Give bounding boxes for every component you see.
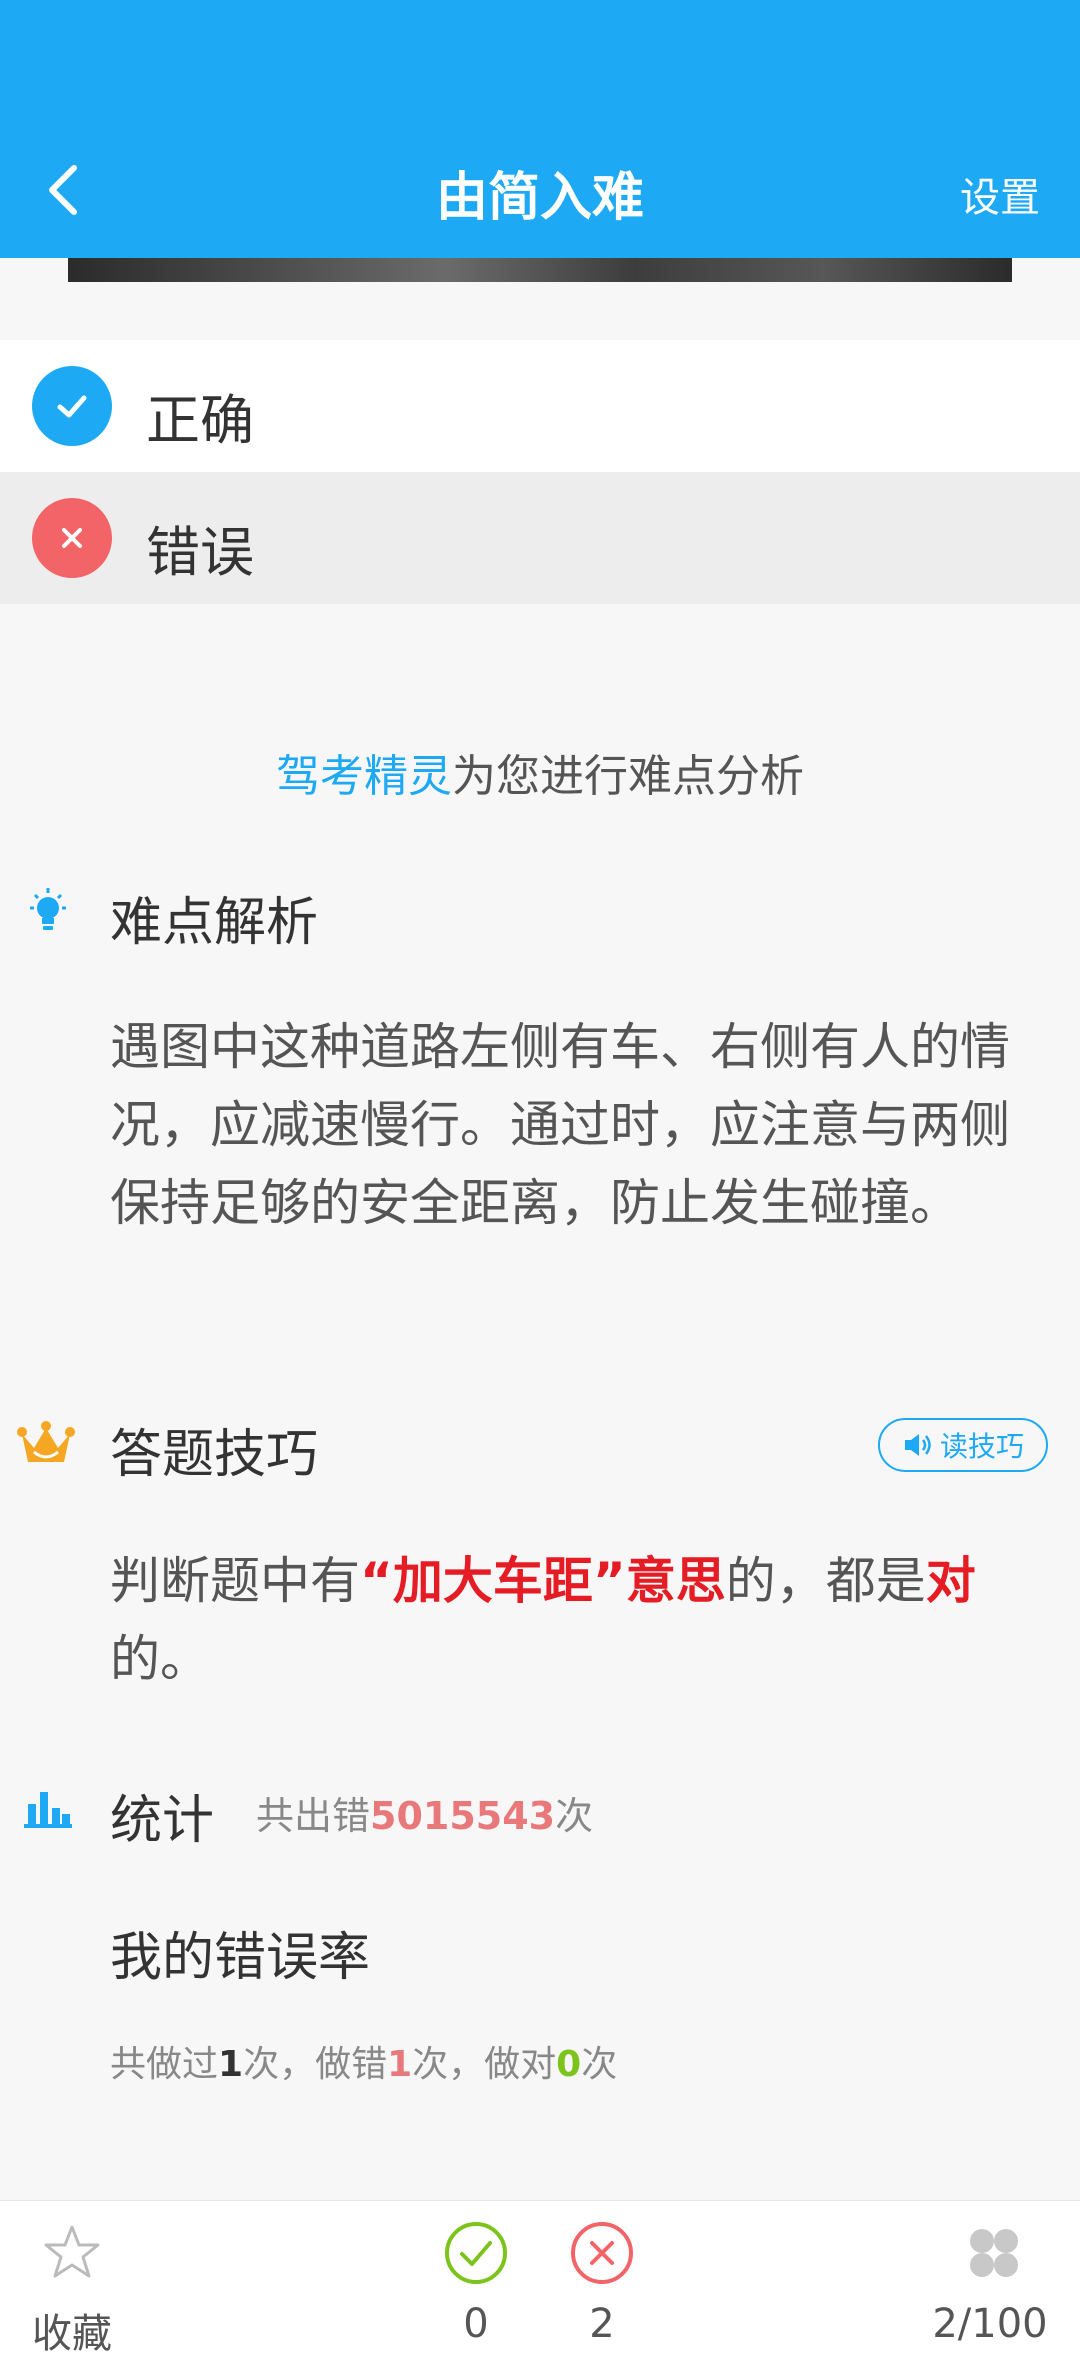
- my-error-rate-title: 我的错误率: [110, 1928, 371, 1988]
- correct-count-icon: [444, 2221, 508, 2289]
- favorite-label[interactable]: 收藏: [32, 2301, 112, 2359]
- read-tips-label: 读技巧: [939, 1430, 1024, 1463]
- page-title: 由简入难: [435, 168, 644, 228]
- stat-text: 次: [581, 2044, 618, 2085]
- stat-text: 次，做错: [243, 2044, 388, 2085]
- check-icon: [32, 366, 112, 446]
- crown-icon: [16, 1418, 76, 1476]
- bar-chart-icon: [24, 1786, 72, 1834]
- wrong-count: 2: [589, 2301, 615, 2347]
- close-icon: [32, 498, 112, 578]
- wrong-count-icon: [570, 2221, 634, 2289]
- settings-button[interactable]: 设置: [960, 165, 1040, 223]
- speaker-icon: [904, 1434, 931, 1456]
- intro-text: 为您进行难点分析: [452, 751, 804, 802]
- tips-body: 判断题中有“加大车距”意思的，都是对的。: [110, 1542, 1010, 1698]
- analysis-intro: 驾考精灵为您进行难点分析: [0, 740, 1080, 804]
- option-wrong[interactable]: 错误: [0, 472, 1080, 604]
- grid-icon[interactable]: [966, 2225, 1022, 2285]
- total-error-count: 5015543: [370, 1794, 556, 1838]
- option-label: 正确: [146, 389, 254, 452]
- difficulty-title: 难点解析: [110, 893, 319, 953]
- tips-highlight: “加大车距”意思: [360, 1552, 726, 1610]
- tips-highlight: 对: [925, 1552, 976, 1610]
- right-count: 0: [556, 2044, 582, 2085]
- question-image: [68, 258, 1012, 282]
- bottom-bar: 收藏 0 2 2/100: [0, 2200, 1080, 2376]
- star-icon[interactable]: [42, 2223, 102, 2285]
- lightbulb-icon: [24, 886, 72, 940]
- progress-indicator[interactable]: 2/100: [920, 2301, 1060, 2347]
- done-count: 1: [218, 2044, 244, 2085]
- stats-title: 统计: [110, 1791, 215, 1851]
- brand-name: 驾考精灵: [276, 751, 452, 802]
- tips-title: 答题技巧: [110, 1425, 319, 1485]
- tips-text: 判断题中有: [110, 1552, 360, 1610]
- stat-text: 次: [555, 1794, 594, 1838]
- option-correct[interactable]: 正确: [0, 340, 1080, 472]
- stat-text: 次，做对: [412, 2044, 557, 2085]
- stat-text: 共做过: [110, 2044, 219, 2085]
- read-tips-button[interactable]: 读技巧: [878, 1418, 1048, 1472]
- total-errors: 共出错5015543次: [256, 1785, 593, 1840]
- stat-text: 共出错: [256, 1794, 371, 1838]
- correct-count: 0: [463, 2301, 489, 2347]
- my-error-rate-detail: 共做过1次，做错1次，做对0次: [110, 2035, 617, 2087]
- tips-text: 的。: [110, 1630, 210, 1688]
- option-label: 错误: [146, 521, 254, 584]
- tips-text: 的，都是: [725, 1552, 926, 1610]
- difficulty-body: 遇图中这种道路左侧有车、右侧有人的情况，应减速慢行。通过时，应注意与两侧保持足够…: [110, 1018, 1010, 1232]
- wrong-count: 1: [387, 2044, 413, 2085]
- app-header: 由简入难 设置: [0, 0, 1080, 258]
